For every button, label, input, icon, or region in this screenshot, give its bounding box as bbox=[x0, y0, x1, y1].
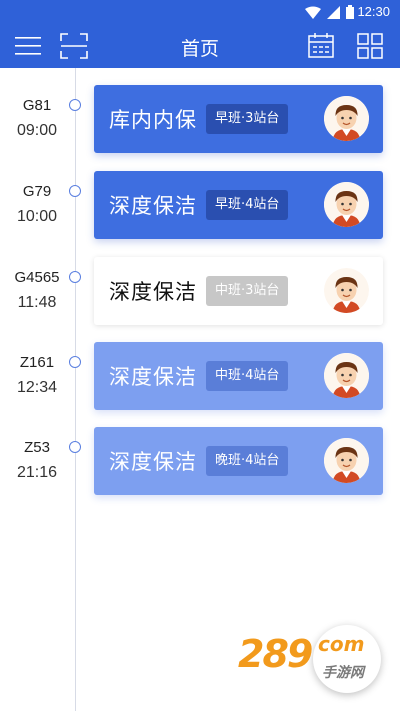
avatar bbox=[324, 438, 369, 483]
avatar-icon bbox=[324, 182, 369, 227]
train-number: G81 bbox=[22, 97, 52, 114]
avatar-icon bbox=[324, 268, 369, 313]
grid-icon bbox=[357, 33, 383, 59]
shift-badge: 早班·3站台 bbox=[206, 104, 289, 134]
timeline-dot bbox=[69, 356, 81, 368]
train-number: Z53 bbox=[24, 439, 50, 456]
page-title: 首页 bbox=[180, 38, 219, 60]
avatar bbox=[324, 96, 369, 141]
time-slot: Z161 12:34 bbox=[0, 354, 74, 397]
shift-badge: 中班·4站台 bbox=[206, 361, 289, 391]
avatar bbox=[324, 182, 369, 227]
avatar-icon bbox=[324, 353, 369, 398]
status-icons bbox=[305, 5, 354, 19]
departure-time: 09:00 bbox=[16, 122, 58, 139]
battery-icon bbox=[346, 5, 354, 19]
time-slot: G4565 11:48 bbox=[0, 269, 74, 312]
watermark-sub: 手游网 bbox=[322, 665, 364, 681]
task-card[interactable]: 库内内保 早班·3站台 bbox=[94, 85, 383, 153]
avatar-icon bbox=[324, 96, 369, 141]
departure-time: 12:34 bbox=[16, 379, 58, 396]
timeline-line bbox=[75, 68, 76, 711]
time-slot: G81 09:00 bbox=[0, 97, 74, 140]
timeline-dot bbox=[69, 185, 81, 197]
task-card[interactable]: 深度保洁 晚班·4站台 bbox=[94, 427, 383, 495]
time-slot: G79 10:00 bbox=[0, 183, 74, 226]
avatar-icon bbox=[324, 438, 369, 483]
task-card[interactable]: 深度保洁 中班·3站台 bbox=[94, 257, 383, 325]
train-number: G79 bbox=[22, 183, 52, 200]
task-title: 深度保洁 bbox=[109, 194, 197, 218]
task-card[interactable]: 深度保洁 中班·4站台 bbox=[94, 342, 383, 410]
status-time: 12:30 bbox=[357, 4, 390, 19]
cellular-icon bbox=[327, 5, 340, 19]
time-slot: Z53 21:16 bbox=[0, 439, 74, 482]
calendar-icon bbox=[308, 33, 334, 58]
timeline-dot bbox=[69, 441, 81, 453]
shift-badge: 早班·4站台 bbox=[206, 190, 289, 220]
watermark-logo: 289 com 手游网 bbox=[232, 618, 384, 698]
status-bar: 12:30 bbox=[0, 0, 400, 24]
wifi-icon bbox=[305, 6, 321, 19]
timeline-dot bbox=[69, 99, 81, 111]
departure-time: 10:00 bbox=[16, 208, 58, 225]
shift-badge: 晚班·4站台 bbox=[206, 446, 289, 476]
shift-badge: 中班·3站台 bbox=[206, 276, 289, 306]
departure-time: 21:16 bbox=[16, 464, 58, 481]
avatar bbox=[324, 268, 369, 313]
train-number: G4565 bbox=[14, 269, 60, 286]
calendar-button[interactable] bbox=[305, 30, 337, 62]
task-title: 深度保洁 bbox=[109, 365, 197, 389]
avatar bbox=[324, 353, 369, 398]
watermark-domain: com bbox=[318, 632, 365, 656]
timeline-dot bbox=[69, 271, 81, 283]
task-title: 深度保洁 bbox=[109, 280, 197, 304]
train-number: Z161 bbox=[19, 354, 55, 371]
watermark-main: 289 bbox=[238, 632, 313, 676]
app-bar: 首页 bbox=[0, 24, 400, 68]
task-title: 库内内保 bbox=[109, 108, 197, 132]
departure-time: 11:48 bbox=[17, 294, 57, 311]
grid-menu-button[interactable] bbox=[354, 30, 386, 62]
task-title: 深度保洁 bbox=[109, 450, 197, 474]
task-card[interactable]: 深度保洁 早班·4站台 bbox=[94, 171, 383, 239]
